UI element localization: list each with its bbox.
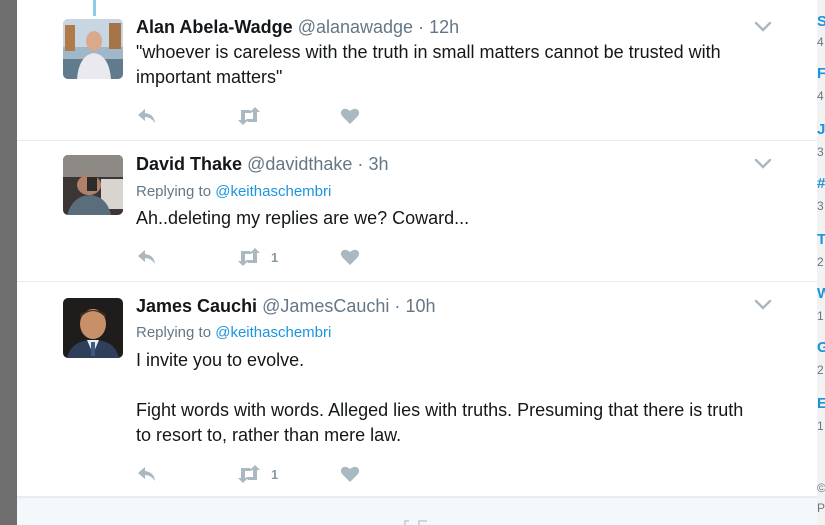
user-handle[interactable]: @alanawadge [298, 17, 413, 37]
tweet-actions [136, 106, 536, 126]
trend-item-title[interactable]: S [817, 14, 825, 30]
tweet-timestamp[interactable]: 10h [405, 296, 435, 316]
user-handle[interactable]: @davidthake [247, 154, 352, 174]
tweet-paragraph: I invite you to evolve. [136, 350, 305, 370]
conversation-panel: Alan Abela-Wadge @alanawadge · 12h "whoe… [17, 0, 817, 525]
tweet-timestamp[interactable]: 12h [429, 17, 459, 37]
chevron-down-icon[interactable] [754, 158, 772, 170]
retweet-icon [238, 107, 260, 125]
trend-item-count: 3 [817, 199, 824, 213]
trend-item-title[interactable]: T [817, 232, 825, 248]
header-separator: · [357, 154, 364, 174]
replying-to: Replying to @keithaschembri [136, 183, 331, 200]
tweet[interactable]: James Cauchi @JamesCauchi · 10h Replying… [17, 282, 817, 497]
tweet-timestamp[interactable]: 3h [368, 154, 388, 174]
retweet-button[interactable]: 1 [236, 464, 278, 484]
mention-link[interactable]: @keithaschembri [215, 324, 331, 341]
trend-item-count: 2 [817, 363, 824, 377]
heart-icon [340, 108, 360, 124]
footer-text: © [817, 481, 825, 495]
tweet[interactable]: David Thake @davidthake · 3h Replying to… [17, 141, 817, 282]
reply-icon [138, 109, 155, 123]
header-separator: · [418, 17, 425, 37]
replying-to-label: Replying to [136, 183, 212, 200]
like-button[interactable] [340, 106, 360, 126]
trends-sidebar-edge: S 4 F 4 J 3 # 3 T 2 W 1 G 2 E 1 © P [817, 0, 825, 525]
reply-icon [138, 250, 155, 264]
tweet-paragraph: "whoever is careless with the truth in s… [136, 42, 721, 87]
reply-compose-bar[interactable] [17, 497, 817, 525]
trend-item-title[interactable]: G [817, 340, 825, 356]
trend-item-count: 4 [817, 89, 824, 103]
tweet-paragraph: Fight words with words. Alleged lies wit… [136, 400, 744, 445]
reply-button[interactable] [136, 247, 158, 267]
tweet[interactable]: Alan Abela-Wadge @alanawadge · 12h "whoe… [17, 0, 817, 141]
reply-icon [138, 467, 155, 481]
retweet-icon [238, 248, 260, 266]
tweet-paragraph: Ah..deleting my replies are we? Coward..… [136, 208, 470, 228]
retweet-count: 1 [271, 249, 279, 265]
retweet-button[interactable] [236, 106, 271, 126]
header-separator: · [394, 296, 401, 316]
heart-icon [340, 466, 360, 482]
tweet-actions: 1 [136, 464, 536, 484]
like-button[interactable] [340, 247, 360, 267]
retweet-count: 1 [271, 466, 279, 482]
like-button[interactable] [340, 464, 360, 484]
trend-item-title[interactable]: J [817, 122, 825, 138]
trend-item-title[interactable]: # [817, 176, 825, 192]
user-handle[interactable]: @JamesCauchi [262, 296, 389, 316]
trend-item-count: 1 [817, 309, 824, 323]
user-fullname[interactable]: James Cauchi [136, 296, 257, 316]
trend-item-title[interactable]: F [817, 66, 825, 82]
reply-button[interactable] [136, 464, 158, 484]
avatar[interactable] [63, 19, 123, 79]
user-fullname[interactable]: David Thake [136, 154, 242, 174]
retweet-icon [238, 465, 260, 483]
avatar[interactable] [63, 155, 123, 215]
trend-item-title[interactable]: W [817, 286, 825, 302]
trend-item-count: 3 [817, 145, 824, 159]
retweet-button[interactable]: 1 [236, 247, 278, 267]
heart-icon [340, 249, 360, 265]
tweet-text: Ah..deleting my replies are we? Coward..… [136, 206, 756, 231]
user-fullname[interactable]: Alan Abela-Wadge [136, 17, 293, 37]
tweet-text: I invite you to evolve. Fight words with… [136, 348, 756, 448]
chevron-down-icon[interactable] [754, 21, 772, 33]
replying-to-label: Replying to [136, 324, 212, 341]
mention-link[interactable]: @keithaschembri [215, 183, 331, 200]
reply-button[interactable] [136, 106, 158, 126]
replying-to: Replying to @keithaschembri [136, 324, 331, 341]
trend-item-count: 4 [817, 35, 824, 49]
tweet-actions: 1 [136, 247, 536, 267]
retweet-icon [404, 520, 427, 525]
trend-item-title[interactable]: E [817, 396, 825, 412]
avatar[interactable] [63, 298, 123, 358]
trend-item-count: 2 [817, 255, 824, 269]
trend-item-count: 1 [817, 419, 824, 433]
footer-text[interactable]: P [817, 502, 825, 514]
modal-backdrop-left[interactable] [0, 0, 17, 525]
chevron-down-icon[interactable] [754, 299, 772, 311]
tweet-text: "whoever is careless with the truth in s… [136, 40, 756, 90]
